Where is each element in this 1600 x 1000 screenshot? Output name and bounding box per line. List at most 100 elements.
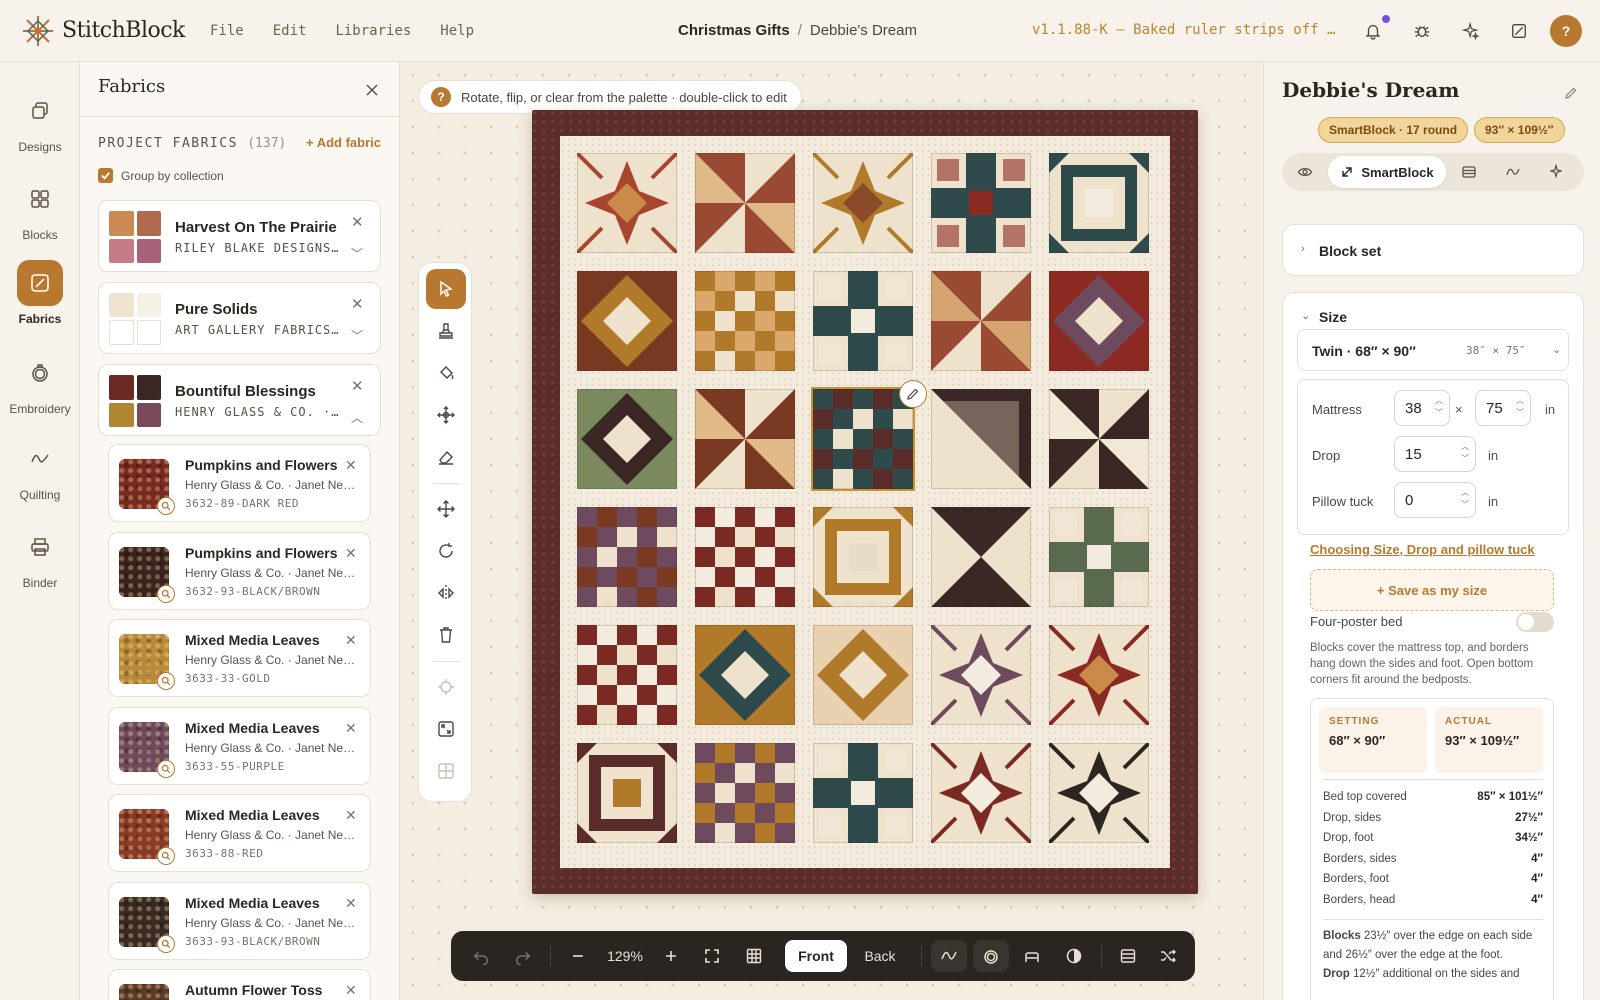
- remove-fabric-icon[interactable]: ✕: [345, 807, 357, 824]
- quilting-overlay-button[interactable]: [931, 940, 967, 972]
- fabric-item[interactable]: Mixed Media Leaves Henry Glass & Co. · Ja…: [108, 794, 371, 872]
- view-back-button[interactable]: Back: [849, 940, 911, 972]
- edit-block-button[interactable]: [899, 380, 927, 408]
- grid-tool-button[interactable]: [426, 751, 466, 791]
- rename-design-button[interactable]: [1564, 86, 1578, 105]
- remove-fabric-icon[interactable]: ✕: [345, 457, 357, 474]
- quilt-block[interactable]: [811, 387, 915, 491]
- quilt-block[interactable]: [1049, 389, 1149, 489]
- fill-tool-button[interactable]: [426, 353, 466, 393]
- fabric-item[interactable]: Pumpkins and Flowers Henry Glass & Co. · …: [108, 444, 371, 522]
- remove-collection-icon[interactable]: ✕: [351, 377, 364, 395]
- pillow-tuck-input[interactable]: 0 ︿ ﹀: [1394, 482, 1476, 518]
- collection-card[interactable]: Harvest On The Prairie RILEY BLAKE DESIGN…: [98, 200, 381, 272]
- quilt-block[interactable]: [813, 271, 913, 371]
- quilt-block[interactable]: [813, 625, 913, 725]
- debug-button[interactable]: [1409, 18, 1435, 44]
- shuffle-button[interactable]: [1151, 940, 1185, 972]
- quilt-preview[interactable]: [532, 110, 1198, 894]
- rotate-tool-button[interactable]: [426, 531, 466, 571]
- fabric-item[interactable]: Mixed Media Leaves Henry Glass & Co. · Ja…: [108, 706, 371, 785]
- version-note[interactable]: v1.1.88-K — Baked ruler strips off the c…: [1032, 22, 1336, 38]
- quilt-block[interactable]: [1049, 507, 1149, 607]
- remove-fabric-icon[interactable]: ✕: [345, 982, 357, 999]
- stepper-icon[interactable]: ︿ ﹀: [1461, 487, 1469, 511]
- fit-screen-button[interactable]: [697, 940, 727, 972]
- delete-tool-button[interactable]: [426, 615, 466, 655]
- group-by-collection-checkbox[interactable]: Group by collection: [98, 168, 224, 183]
- undo-button[interactable]: [465, 940, 497, 972]
- collection-card[interactable]: Pure Solids ART GALLERY FABRICS · ✕ ﹀: [98, 282, 381, 354]
- menu-libraries[interactable]: Libraries: [335, 23, 411, 39]
- quilt-block[interactable]: [695, 153, 795, 253]
- zoom-level[interactable]: 129%: [597, 940, 653, 972]
- size-preset-select[interactable]: Twin · 68″ × 90″ 38″ × 75″ ⌄: [1297, 329, 1569, 371]
- quilt-block[interactable]: [695, 507, 795, 607]
- menu-edit[interactable]: Edit: [273, 23, 307, 39]
- quilt-block[interactable]: [575, 151, 679, 255]
- fabric-item[interactable]: Pumpkins and Flowers Henry Glass & Co. · …: [108, 531, 371, 610]
- remove-collection-icon[interactable]: ✕: [351, 295, 364, 313]
- quilt-block[interactable]: [931, 389, 1031, 489]
- quilt-block[interactable]: [931, 271, 1031, 371]
- magnify-icon[interactable]: [157, 759, 175, 778]
- rail-item-embroidery[interactable]: Embroidery: [0, 350, 80, 416]
- rail-item-quilting[interactable]: Quilting: [0, 436, 80, 502]
- move-all-tool-button[interactable]: [426, 395, 466, 435]
- quilt-block[interactable]: [695, 625, 795, 725]
- contrast-button[interactable]: [1057, 940, 1091, 972]
- rail-item-blocks[interactable]: Blocks: [0, 176, 80, 242]
- fabric-item[interactable]: Mixed Media Leaves Henry Glass & Co. · Ja…: [108, 619, 371, 697]
- tab-preview[interactable]: [1288, 156, 1322, 188]
- magnify-icon[interactable]: [157, 934, 175, 953]
- rail-item-binder[interactable]: Binder: [0, 524, 80, 590]
- stepper-icon[interactable]: ︿ ﹀: [1516, 395, 1524, 419]
- collection-card[interactable]: Bountiful Blessings HENRY GLASS & CO. · ·…: [98, 364, 381, 436]
- magnify-icon[interactable]: [157, 847, 175, 865]
- select-tool-button[interactable]: [426, 269, 466, 309]
- stepper-icon[interactable]: ︿ ﹀: [1461, 441, 1469, 465]
- drop-input[interactable]: 15 ︿ ﹀: [1394, 436, 1476, 472]
- menu-help[interactable]: Help: [440, 23, 474, 39]
- quilt-block[interactable]: [1047, 623, 1151, 727]
- close-panel-button[interactable]: [362, 80, 382, 100]
- quilt-block[interactable]: [577, 389, 677, 489]
- user-avatar[interactable]: ?: [1550, 15, 1582, 47]
- chevron-down-icon[interactable]: ﹀: [351, 327, 363, 344]
- add-fabric-button[interactable]: + Add fabric: [306, 135, 381, 150]
- quilt-block[interactable]: [1047, 741, 1151, 845]
- stamp-tool-button[interactable]: [426, 311, 466, 351]
- quilt-block[interactable]: [577, 271, 677, 371]
- fabric-item[interactable]: Mixed Media Leaves Henry Glass & Co. · Ja…: [108, 881, 371, 960]
- chevron-down-icon[interactable]: ⌄: [1301, 309, 1310, 322]
- quilt-block[interactable]: [695, 389, 795, 489]
- rail-item-designs[interactable]: Designs: [0, 88, 80, 154]
- ai-assist-button[interactable]: [1458, 18, 1484, 44]
- remove-fabric-icon[interactable]: ✕: [345, 720, 357, 737]
- embroidery-overlay-button[interactable]: [973, 940, 1009, 972]
- quilt-block[interactable]: [577, 507, 677, 607]
- menu-file[interactable]: File: [210, 23, 244, 39]
- quilt-block[interactable]: [695, 743, 795, 843]
- remove-fabric-icon[interactable]: ✕: [345, 632, 357, 649]
- view-front-button[interactable]: Front: [785, 940, 847, 972]
- remove-fabric-icon[interactable]: ✕: [345, 895, 357, 912]
- quilt-block[interactable]: [929, 623, 1033, 727]
- remove-fabric-icon[interactable]: ✕: [345, 545, 357, 562]
- quilt-block[interactable]: [577, 743, 677, 843]
- magnify-icon[interactable]: [157, 672, 175, 690]
- tab-ai[interactable]: [1540, 156, 1574, 188]
- quilt-block[interactable]: [577, 625, 677, 725]
- zoom-out-button[interactable]: [563, 940, 593, 972]
- quilt-top[interactable]: [560, 136, 1170, 868]
- tab-quilting[interactable]: [1496, 156, 1530, 188]
- breadcrumb-project[interactable]: Christmas Gifts: [678, 22, 790, 39]
- section-title[interactable]: Size: [1319, 309, 1347, 325]
- mattress-width-input[interactable]: 38 ︿ ﹀: [1394, 390, 1450, 426]
- chevron-down-icon[interactable]: ﹀: [351, 245, 363, 262]
- zoom-in-button[interactable]: [656, 940, 686, 972]
- design-mode-button[interactable]: [1506, 18, 1532, 44]
- move-tool-button[interactable]: [426, 489, 466, 529]
- design-canvas[interactable]: ? Rotate, flip, or clear from the palett…: [400, 62, 1263, 1000]
- four-poster-toggle[interactable]: [1516, 612, 1554, 632]
